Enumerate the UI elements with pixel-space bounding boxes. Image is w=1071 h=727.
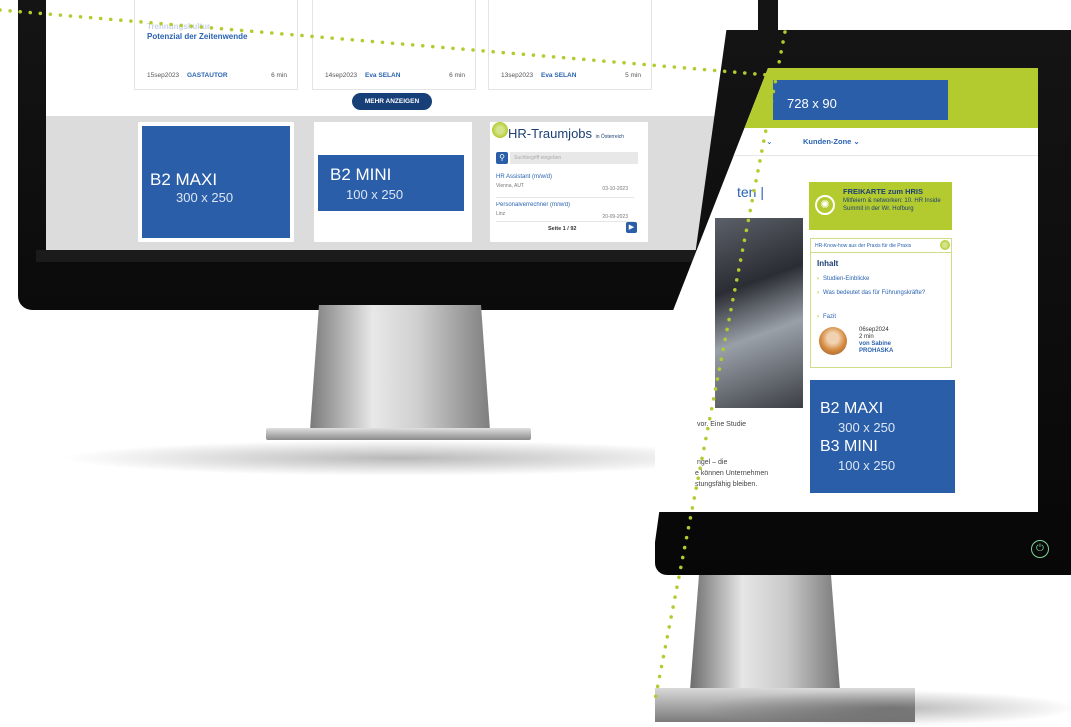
table-of-contents: HR-Know-how aus der Praxis für die Praxi… (810, 238, 952, 368)
toc-item-label: Was bedeutet das für Führungskräfte? (823, 290, 926, 296)
power-icon[interactable]: ⏻ (1031, 540, 1049, 558)
nav-dropdown-chevron-icon[interactable]: ⌄ (766, 137, 773, 146)
job-title: HR Assistant (m/w/d) (496, 174, 553, 180)
ad-b2-mini-placeholder: B2 MINI 100 x 250 (318, 155, 464, 211)
leaf-icon (940, 240, 950, 250)
toc-item-label: Fazit (823, 314, 837, 320)
author-avatar[interactable] (819, 327, 847, 355)
toc-tagline: HR-Know-how aus der Praxis für die Praxi… (811, 239, 951, 253)
ad-name: B2 MINI (330, 165, 392, 184)
ad-size: 300 x 250 (838, 420, 896, 435)
left-monitor-shadow (60, 440, 740, 476)
article-date: 06sep2024 (859, 327, 889, 333)
ad-b2-maxi-placeholder: B2 MAXI 300 x 250 (142, 126, 290, 238)
article-title-line: Trennungskultur (147, 22, 211, 31)
article-teaser: vor. Eine Studie (697, 421, 747, 428)
ad-slot-b2-mini[interactable]: B2 MINI 100 x 250 (314, 122, 472, 242)
article-date: 13sep2023 (501, 72, 534, 79)
article-author[interactable]: GASTAUTOR (187, 72, 228, 79)
job-title: Personalverrechner (m/w/d) (496, 202, 571, 208)
article-meta: 13sep2023 Eva SELAN 5 min (501, 72, 641, 79)
chevron-right-icon: › (817, 290, 819, 296)
ad-slot-b2-maxi[interactable]: B2 MAXI 300 x 250 (138, 122, 294, 242)
article-hero-image (715, 218, 803, 408)
chevron-right-icon: › (817, 314, 819, 320)
more-articles-button[interactable]: MEHR ANZEIGEN (352, 93, 432, 110)
hr-traumjobs-logo-icon (492, 122, 508, 138)
hr-traumjobs-logo[interactable]: HR-Traumjobs in Österreich (508, 126, 624, 141)
article-read-time: 6 min (271, 72, 287, 79)
job-date: 03-10-2023 (602, 186, 628, 192)
search-icon[interactable]: ⚲ (496, 152, 508, 164)
ad-size: 100 x 250 (346, 187, 404, 202)
job-listing[interactable]: Personalverrechner (m/w/d) Linz 20-09-20… (496, 202, 634, 222)
toc-item[interactable]: › Fazit (817, 313, 945, 321)
author-name-line[interactable]: PROHASKA (859, 348, 893, 355)
article-date: 15sep2023 (147, 72, 180, 79)
article-headline: ten | (737, 184, 764, 200)
toc-item[interactable]: › Studien-Einblicke (817, 275, 945, 283)
ad-name: B3 MINI (820, 438, 878, 455)
left-monitor-base (266, 428, 531, 440)
hr-logo-text: HR-Traumjobs (508, 126, 593, 141)
hr-logo-suffix: in Österreich (595, 134, 624, 140)
article-body-line: stungsfähig bleiben. (695, 481, 758, 488)
article-body-line: ngel – die (697, 459, 728, 466)
article-meta: 15sep2023 GASTAUTOR 6 min (147, 72, 287, 79)
hris-promo-banner[interactable]: ✺ FREIKARTE zum HRIS Mitfeiern & network… (809, 182, 952, 230)
nav-item-kunden-zone[interactable]: Kunden-Zone ⌄ (803, 137, 860, 146)
toc-heading: Inhalt (817, 259, 839, 268)
article-author[interactable]: Eva SELAN (365, 72, 400, 79)
ad-leaderboard-placeholder[interactable]: 728 x 90 (773, 80, 948, 120)
promo-text: Mitfeiern & networken: 10. HR Inside Sum… (843, 198, 941, 212)
article-author[interactable]: Eva SELAN (541, 72, 576, 79)
right-monitor-shadow (700, 690, 1071, 726)
article-title-line: Potenzial der Zeitenwende (147, 32, 248, 41)
next-page-icon[interactable]: ▶ (626, 222, 637, 233)
toc-item[interactable]: › Was bedeutet das für Führungskräfte? (817, 289, 945, 297)
ad-slot-b2-b3[interactable]: B2 MAXI 300 x 250 B3 MINI 100 x 250 (810, 380, 955, 493)
right-monitor-stand (690, 575, 840, 690)
promo-title: FREIKARTE zum HRIS (843, 187, 924, 196)
article-card[interactable]: Trennungskultur Potenzial der Zeitenwend… (134, 0, 298, 90)
job-date: 20-09-2023 (602, 214, 628, 220)
article-card[interactable]: 14sep2023 Eva SELAN 6 min (312, 0, 476, 90)
article-date: 14sep2023 (325, 72, 358, 79)
left-monitor-chin (36, 250, 766, 262)
article-title[interactable]: Trennungskultur Potenzial der Zeitenwend… (147, 22, 287, 42)
left-monitor-stand (310, 305, 490, 430)
hr-traumjobs-widget: HR-Traumjobs in Österreich ⚲ Suchbegriff… (490, 122, 648, 242)
chevron-right-icon: › (817, 276, 819, 282)
author-name-line[interactable]: von Sabine (859, 341, 893, 348)
article-read-time: 6 min (449, 72, 465, 79)
ad-size: 100 x 250 (838, 458, 896, 473)
article-body-line: e können Unternehmen (695, 470, 769, 477)
article-card[interactable]: 13sep2023 Eva SELAN 5 min (488, 0, 652, 90)
ad-size: 300 x 250 (176, 190, 234, 205)
left-monitor-screen: Trennungskultur Potenzial der Zeitenwend… (46, 0, 758, 250)
toc-item-label: Studien-Einblicke (823, 276, 870, 282)
ad-name: B2 MAXI (820, 400, 884, 417)
job-listing[interactable]: HR Assistant (m/w/d) Vienna, AUT 03-10-2… (496, 174, 634, 198)
article-meta: 14sep2023 Eva SELAN 6 min (325, 72, 465, 79)
promo-badge-icon: ✺ (815, 195, 835, 215)
author-info: 06sep2024 2 min von Sabine PROHASKA (859, 327, 893, 355)
article-read-time: 5 min (625, 72, 641, 79)
article-read-time: 2 min (859, 334, 874, 340)
job-search-input[interactable]: Suchbegriff eingeben (510, 152, 638, 164)
ad-name: B2 MAXI (150, 170, 218, 189)
job-pagination: Seite 1 / 92 (548, 226, 577, 232)
